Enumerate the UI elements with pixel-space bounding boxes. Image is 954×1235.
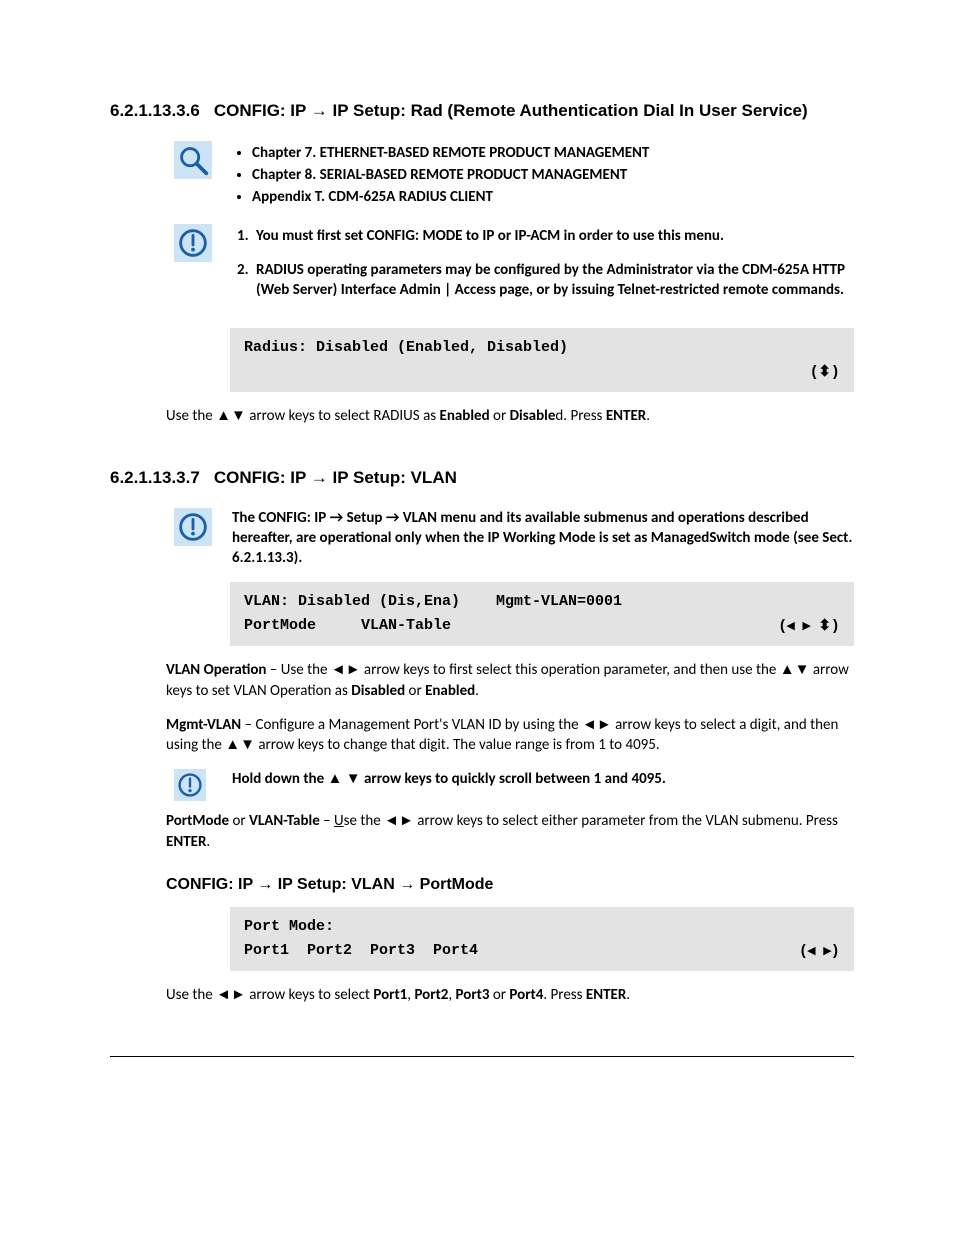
vlan-operation-text: VLAN Operation – Use the ◄► arrow keys t… (166, 660, 854, 701)
section-title: CONFIG: IP → IP Setup: VLAN (214, 467, 854, 490)
note-list: You must first set CONFIG: MODE to IP or… (232, 226, 854, 301)
terminal-line: Port Mode: (244, 918, 334, 935)
terminal-display-vlan: VLAN: Disabled (Dis,Ena) Mgmt-VLAN=0001 … (230, 582, 854, 646)
note-block: You must first set CONFIG: MODE to IP or… (174, 224, 854, 315)
terminal-line: PortMode VLAN-Table (244, 617, 451, 634)
terminal-line: Port1 Port2 Port3 Port4 (244, 942, 478, 959)
section-title: CONFIG: IP → IP Setup: Rad (Remote Authe… (214, 100, 854, 123)
portmode-vlantable-text: PortMode or VLAN-Table – Use the ◄► arro… (166, 811, 854, 852)
terminal-line: Radius: Disabled (Enabled, Disabled) (244, 339, 568, 356)
section-heading-6213336: 6.2.1.13.3.6 CONFIG: IP → IP Setup: Rad … (110, 100, 854, 123)
reference-item: Appendix T. CDM-625A RADIUS CLIENT (252, 187, 854, 207)
note-block: The CONFIG: IP → Setup → VLAN menu and i… (174, 508, 854, 569)
note-text: Hold down the ▲ ▼ arrow keys to quickly … (232, 769, 854, 789)
reference-list: Chapter 7. ETHERNET-BASED REMOTE PRODUCT… (232, 143, 854, 208)
terminal-line: VLAN: Disabled (Dis,Ena) Mgmt-VLAN=0001 (244, 593, 622, 610)
reference-item: Chapter 8. SERIAL-BASED REMOTE PRODUCT M… (252, 165, 854, 185)
terminal-nav-indicator: (◂ ▸ ⬍) (780, 614, 840, 638)
terminal-display-portmode: Port Mode: Port1 Port2 Port3 Port4 (◂ ▸) (230, 907, 854, 971)
section-number: 6.2.1.13.3.7 (110, 467, 200, 490)
section-heading-6213337: 6.2.1.13.3.7 CONFIG: IP → IP Setup: VLAN (110, 467, 854, 490)
portmode-instruction-text: Use the ◄► arrow keys to select Port1, P… (166, 985, 854, 1005)
note-item: You must first set CONFIG: MODE to IP or… (252, 226, 854, 246)
subsection-heading-portmode: CONFIG: IP → IP Setup: VLAN → PortMode (166, 874, 854, 896)
info-icon (174, 224, 212, 262)
page-footer-rule (110, 1056, 854, 1057)
note-item: RADIUS operating parameters may be confi… (252, 260, 854, 301)
magnifier-icon (174, 141, 212, 179)
reference-block: Chapter 7. ETHERNET-BASED REMOTE PRODUCT… (174, 141, 854, 210)
info-icon (174, 508, 212, 546)
terminal-nav-indicator: (◂ ▸) (801, 939, 840, 963)
instruction-text: Use the ▲▼ arrow keys to select RADIUS a… (166, 406, 854, 426)
terminal-nav-indicator: (⬍) (244, 360, 840, 384)
reference-item: Chapter 7. ETHERNET-BASED REMOTE PRODUCT… (252, 143, 854, 163)
note-block: Hold down the ▲ ▼ arrow keys to quickly … (174, 769, 854, 801)
mgmt-vlan-text: Mgmt-VLAN – Configure a Management Port'… (166, 715, 854, 756)
note-text: The CONFIG: IP → Setup → VLAN menu and i… (232, 508, 854, 569)
info-icon (174, 769, 206, 801)
section-number: 6.2.1.13.3.6 (110, 100, 200, 123)
terminal-display-radius: Radius: Disabled (Enabled, Disabled) (⬍) (230, 328, 854, 392)
